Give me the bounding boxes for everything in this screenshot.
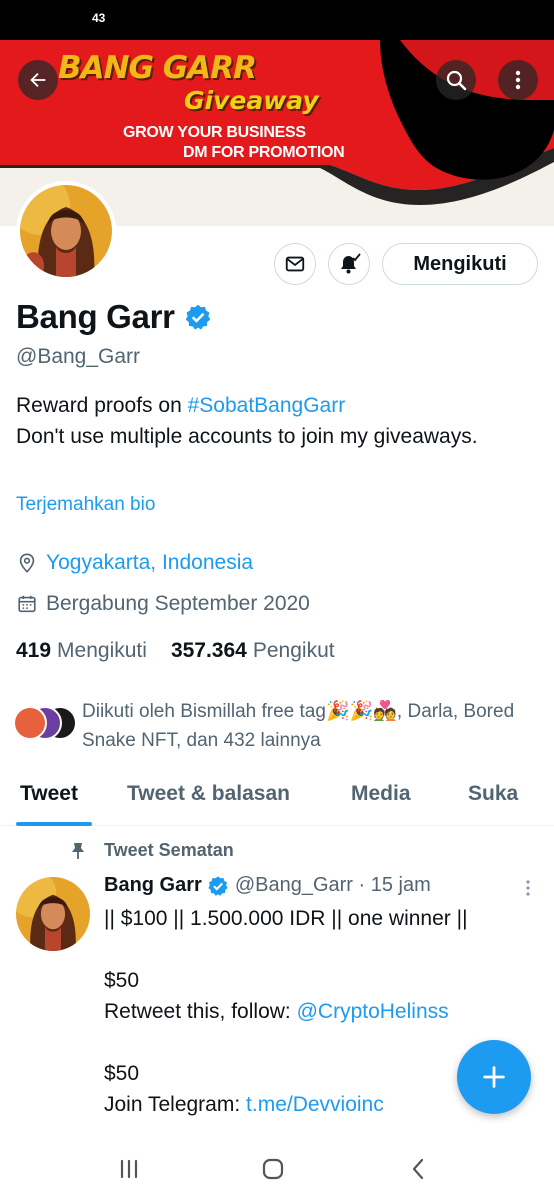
location-pin-icon (19, 553, 35, 573)
location-link[interactable]: Yogyakarta, Indonesia (46, 551, 253, 575)
back-chevron-icon[interactable] (406, 1156, 432, 1182)
profile-name: Bang Garr (16, 298, 175, 335)
telegram-link[interactable]: t.me/Devvioinc (246, 1093, 384, 1116)
bio-text-rest: Don't use multiple accounts to join my g… (16, 425, 478, 448)
search-button[interactable] (436, 60, 476, 100)
more-options-button[interactable] (498, 60, 538, 100)
bio-hashtag-link[interactable]: #SobatBangGarr (188, 394, 346, 417)
profile-tabs: Tweet Tweet & balasan Media Suka (0, 770, 554, 826)
mention-link[interactable]: @CryptoHelinss (297, 1000, 449, 1023)
status-time: 43 (92, 11, 106, 25)
verified-badge-icon[interactable] (184, 303, 212, 331)
tweet-line: Retweet this, follow: @CryptoHelinss (104, 996, 524, 1027)
active-tab-indicator (16, 822, 92, 826)
pinned-label-row: Tweet Sematan (70, 840, 234, 861)
following-count: 419 (16, 639, 52, 662)
bell-check-icon (341, 253, 361, 274)
message-button[interactable] (274, 243, 316, 285)
calendar-icon (18, 595, 36, 613)
avatar-image (20, 185, 112, 277)
following-label: Mengikuti (57, 639, 147, 662)
tweet-author-name[interactable]: Bang Garr (104, 874, 202, 897)
more-vertical-icon[interactable] (520, 878, 536, 898)
profile-bio: Reward proofs on #SobatBangGarr Don't us… (16, 390, 536, 452)
join-date: Bergabung September 2020 (46, 592, 310, 615)
profile-avatar[interactable] (16, 181, 116, 281)
following-count-link[interactable]: 419 Mengikuti (16, 639, 147, 663)
profile-name-row: Bang Garr (16, 298, 212, 336)
back-button[interactable] (18, 60, 58, 100)
banner-line-2: DM FOR PROMOTION (183, 144, 345, 161)
tab-likes[interactable]: Suka (468, 782, 518, 806)
bio-text-prefix: Reward proofs on (16, 394, 188, 417)
verified-badge-icon (208, 875, 228, 896)
followers-count: 357.364 (170, 639, 247, 662)
join-date-row: Bergabung September 2020 (16, 592, 310, 616)
tweet-author-handle: @Bang_Garr · 15 jam (234, 874, 431, 896)
followers-count-link[interactable]: 357.364 Pengikut (171, 639, 335, 663)
compose-tweet-button[interactable] (457, 1040, 531, 1114)
follower-avatar (13, 706, 47, 740)
system-navigation-bar (0, 1140, 554, 1200)
mail-icon (285, 256, 305, 272)
profile-handle: @Bang_Garr (16, 345, 141, 368)
tweet-author-avatar[interactable] (16, 877, 90, 951)
followers-label: Pengikut (252, 639, 335, 662)
recent-apps-icon[interactable] (116, 1156, 142, 1182)
tweet-line: || $100 || 1.500.000 IDR || one winner |… (104, 907, 468, 930)
banner-subtitle: Giveaway (184, 86, 319, 115)
pinned-label: Tweet Sematan (104, 840, 234, 860)
translate-bio-link[interactable]: Terjemahkan bio (16, 494, 155, 516)
followed-by-text[interactable]: Diikuti oleh Bismillah free tag🎉🎉💑, Darl… (82, 697, 542, 755)
tweet-text: Retweet this, follow: (104, 1000, 297, 1023)
location-row: Yogyakarta, Indonesia (16, 551, 253, 575)
tab-tweets-replies[interactable]: Tweet & balasan (127, 782, 290, 806)
pin-icon (72, 842, 84, 859)
plus-icon (483, 1066, 505, 1088)
tweet-line: $50 (104, 969, 140, 992)
tweet-text: Join Telegram: (104, 1093, 247, 1116)
home-icon[interactable] (260, 1156, 286, 1182)
notifications-button[interactable] (328, 243, 370, 285)
tweet-header: Bang Garr @Bang_Garr · 15 jam (104, 874, 431, 897)
search-icon (446, 70, 467, 91)
banner-line-1: GROW YOUR BUSINESS (123, 124, 306, 141)
status-bar: 43 (0, 0, 554, 40)
more-vertical-icon (515, 70, 521, 90)
follow-counts: 419 Mengikuti 357.364 Pengikut (16, 639, 335, 663)
followed-by-avatars[interactable] (13, 706, 77, 740)
following-button[interactable]: Mengikuti (382, 243, 538, 285)
arrow-left-icon (30, 72, 46, 88)
banner-title: BANG GARR (58, 50, 257, 86)
tab-tweets[interactable]: Tweet (20, 782, 78, 806)
tab-media[interactable]: Media (351, 782, 411, 806)
